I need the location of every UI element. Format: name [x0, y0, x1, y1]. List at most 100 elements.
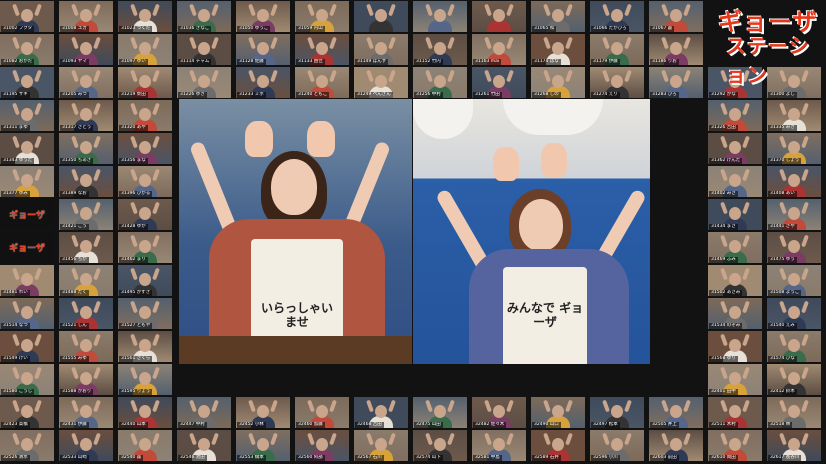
participant-tile[interactable]: 31082 おかだ — [0, 34, 54, 65]
participant-tile[interactable]: 31268 しの — [531, 67, 585, 98]
participant-tile[interactable]: 31317 さとう — [59, 100, 113, 131]
participant-tile[interactable]: 31050 ゆうこ — [236, 1, 290, 32]
participant-tile[interactable]: 31114 チャム — [177, 34, 231, 65]
participant-tile[interactable]: 32596 小川 — [590, 430, 644, 461]
participant-tile[interactable]: 32475 山田 — [413, 397, 467, 428]
participant-tile[interactable]: 31370 しょう — [767, 133, 821, 164]
participant-tile[interactable]: 31377 ゆみ — [0, 166, 54, 197]
participant-tile[interactable]: 31097 ゆい — [118, 34, 172, 65]
participant-tile[interactable]: 31186 りお — [649, 34, 703, 65]
participant-tile[interactable]: 32567 石川 — [354, 430, 408, 461]
participant-tile[interactable]: 32505 井上 — [649, 397, 703, 428]
participant-tile[interactable]: 31428 ゆか — [118, 199, 172, 230]
participant-tile[interactable]: 31149 ぽんず — [354, 34, 408, 65]
participant-tile[interactable]: 31588 かおり — [59, 364, 113, 395]
logo-tile[interactable]: ギョーザ — [0, 199, 54, 230]
participant-tile[interactable]: 32603 前田 — [649, 430, 703, 461]
participant-tile[interactable]: 32526 清水 — [0, 430, 54, 461]
participant-tile[interactable]: 31408 あい — [767, 166, 821, 197]
participant-tile[interactable]: 31462 まり — [118, 232, 172, 263]
participant-tile[interactable]: 31249 ぺんぎん — [354, 67, 408, 98]
participant-tile[interactable]: 31514 なつ — [0, 298, 54, 329]
logo-tile[interactable]: ギョーザ — [0, 232, 54, 263]
participant-tile[interactable]: 31527 ともや — [118, 298, 172, 329]
participant-tile[interactable]: 31549 けい — [0, 331, 54, 362]
participant-tile[interactable]: 32540 森 — [118, 430, 172, 461]
participant-tile[interactable]: 32482 佐々木 — [472, 397, 526, 428]
participant-tile[interactable]: 31133 由佳 — [295, 34, 349, 65]
participant-tile[interactable]: 31226 ゆき — [177, 67, 231, 98]
participant-tile[interactable]: 31195 サキ — [0, 67, 54, 98]
participant-tile[interactable]: 31555 みゆ — [59, 331, 113, 362]
participant-tile[interactable]: 31396 ひかる — [118, 166, 172, 197]
participant-tile[interactable]: 31481 れい — [0, 265, 54, 296]
participant-tile[interactable]: 31128 佐藤 — [236, 34, 290, 65]
participant-tile[interactable]: 32401 田中 — [708, 364, 762, 395]
participant-tile[interactable]: 31402 みさ — [708, 166, 762, 197]
participant-tile[interactable]: 31456 ちか — [59, 232, 113, 263]
participant-tile[interactable]: 31219 柴田 — [118, 67, 172, 98]
participant-tile[interactable]: 32497 松本 — [590, 397, 644, 428]
participant-tile[interactable]: 32440 山本 — [118, 397, 172, 428]
participant-tile[interactable]: 32574 山下 — [413, 430, 467, 461]
participant-tile[interactable]: 31580 こうじ — [0, 364, 54, 395]
participant-tile[interactable]: 31283 ひろ — [649, 67, 703, 98]
participant-tile[interactable]: 32511 木村 — [708, 397, 762, 428]
participant-tile[interactable]: 31356 まな — [118, 133, 172, 164]
participant-tile[interactable] — [413, 1, 467, 32]
participant-tile[interactable]: 31350 ちあき — [59, 133, 113, 164]
participant-tile[interactable]: 32468 吉田 — [354, 397, 408, 428]
participant-tile[interactable]: 31326 吉田 — [708, 100, 762, 131]
participant-tile[interactable]: 31274 えり — [590, 67, 644, 98]
participant-tile[interactable] — [472, 1, 526, 32]
participant-tile[interactable]: 31475 ゆう — [767, 232, 821, 263]
participant-tile[interactable]: 31561 さくら — [118, 331, 172, 362]
participant-tile[interactable]: 31179 伊藤 — [590, 34, 644, 65]
participant-tile[interactable]: 32581 中島 — [472, 430, 526, 461]
participant-tile[interactable]: 31521 しん — [59, 298, 113, 329]
participant-tile[interactable]: 32460 加藤 — [295, 397, 349, 428]
participant-tile[interactable]: 31163 mai — [472, 34, 526, 65]
participant-tile[interactable]: 31205 みつ — [59, 67, 113, 98]
participant-tile[interactable]: 31093 ヤマ — [59, 34, 113, 65]
participant-tile[interactable]: 31434 まさ — [708, 199, 762, 230]
participant-tile[interactable]: 31152 竹内 — [413, 34, 467, 65]
participant-tile[interactable]: 31502 あさみ — [708, 265, 762, 296]
participant-tile[interactable]: 31469 ふみ — [708, 232, 762, 263]
main-video-left[interactable]: いらっしゃい ませ — [179, 99, 412, 364]
participant-tile[interactable]: 31174 はな — [531, 34, 585, 65]
participant-tile[interactable]: 31261 竹田 — [472, 67, 526, 98]
participant-tile[interactable]: 32490 山口 — [531, 397, 585, 428]
participant-tile[interactable]: 31495 かずき — [118, 265, 172, 296]
participant-tile[interactable]: 31066 たかひろ — [590, 1, 644, 32]
participant-tile[interactable]: 31343 ゆうた — [0, 133, 54, 164]
participant-tile[interactable]: 31540 えみ — [767, 298, 821, 329]
participant-tile[interactable]: 32610 岡田 — [708, 430, 762, 461]
participant-tile[interactable]: 32589 石井 — [531, 430, 585, 461]
participant-tile[interactable]: 31488 たく — [59, 265, 113, 296]
participant-tile[interactable]: 31421 こう — [59, 199, 113, 230]
participant-tile[interactable]: 31065 和 — [531, 1, 585, 32]
main-video-right[interactable]: みんなで ギョーザ — [413, 99, 650, 364]
participant-tile[interactable]: 31240 ともこ — [295, 67, 349, 98]
participant-tile[interactable]: 32431 伊藤 — [59, 397, 113, 428]
participant-tile[interactable] — [354, 1, 408, 32]
participant-tile[interactable]: 31256 中村 — [413, 67, 467, 98]
participant-tile[interactable]: 31320 あや — [118, 100, 172, 131]
participant-tile[interactable]: 32546 池田 — [177, 430, 231, 461]
participant-tile[interactable]: 31002 フクタ — [0, 1, 54, 32]
participant-tile[interactable]: 32412 鈴木 — [767, 364, 821, 395]
participant-tile[interactable]: 31389 なお — [59, 166, 113, 197]
participant-tile[interactable]: 32452 小林 — [236, 397, 290, 428]
participant-tile[interactable]: 31441 さや — [767, 199, 821, 230]
participant-tile[interactable]: 31233 ミホ — [236, 67, 290, 98]
participant-tile[interactable]: 32518 林 — [767, 397, 821, 428]
participant-tile[interactable]: 31534 のぞみ — [708, 298, 762, 329]
participant-tile[interactable]: 31568 ゆり — [708, 331, 762, 362]
participant-tile[interactable]: 32533 山崎 — [59, 430, 113, 461]
participant-tile[interactable]: 32617 長谷川 — [767, 430, 821, 461]
participant-tile[interactable]: 31067 蒼 — [649, 1, 703, 32]
participant-tile[interactable]: 31574 ひな — [767, 331, 821, 362]
participant-tile[interactable]: 31059 内山 — [295, 1, 349, 32]
participant-tile[interactable]: 31595 りょう — [118, 364, 172, 395]
